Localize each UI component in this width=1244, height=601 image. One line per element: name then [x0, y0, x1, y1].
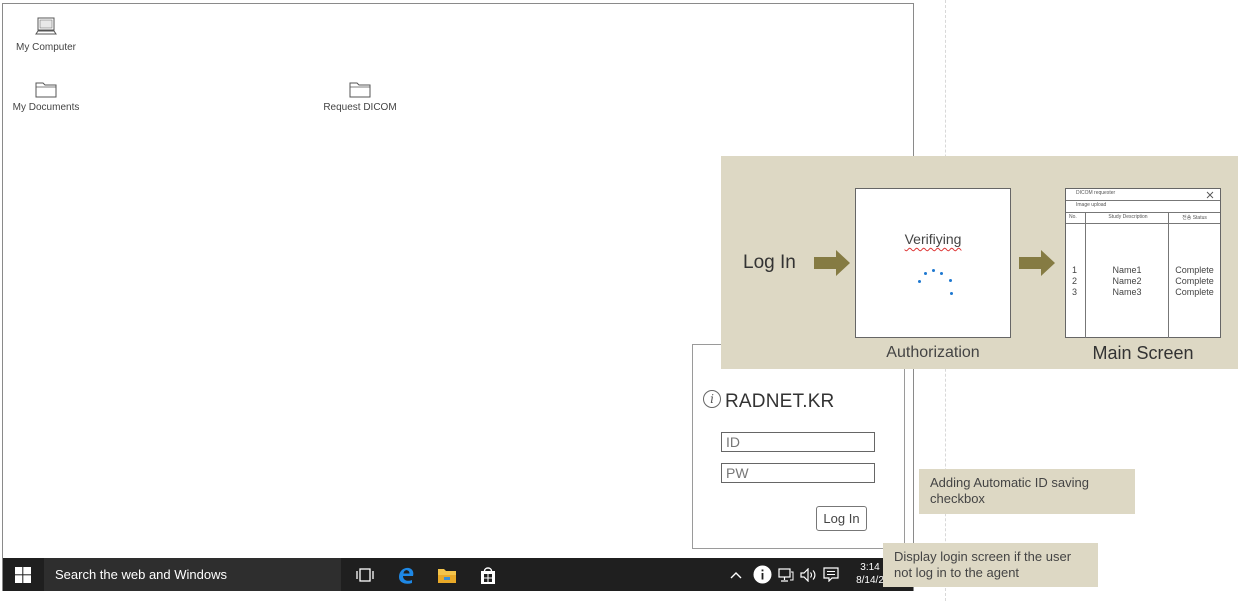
spinner-dot	[950, 292, 953, 295]
divider	[1066, 223, 1220, 224]
pw-input[interactable]: PW	[721, 463, 875, 483]
verifying-text: Verifiying	[904, 231, 962, 247]
divider	[1066, 200, 1220, 201]
show-hidden-icons-button[interactable]	[728, 558, 744, 591]
close-icon	[1206, 191, 1214, 199]
row-number: 1	[1072, 265, 1078, 275]
desktop-icon-my-computer[interactable]: My Computer	[11, 16, 81, 53]
network-button[interactable]	[777, 558, 795, 591]
row-number: 2	[1072, 276, 1078, 286]
id-input[interactable]: ID	[721, 432, 875, 452]
spinner-dot	[940, 272, 943, 275]
mockup-subtitle: Image upload	[1076, 202, 1107, 208]
row-status: Complete	[1175, 265, 1214, 275]
login-panel: i RADNET.KR ID PW Log In	[692, 344, 905, 549]
login-button[interactable]: Log In	[816, 506, 867, 531]
column-header-description: Study Description	[1108, 214, 1148, 220]
info-icon: i	[703, 390, 721, 408]
notification-icon	[823, 567, 839, 582]
spinner-dot	[924, 272, 927, 275]
store-button[interactable]	[471, 558, 505, 591]
spinner-dot	[932, 269, 935, 272]
chevron-up-icon	[730, 571, 742, 578]
authorization-screen: Verifiying	[855, 188, 1011, 338]
flow-login-label: Log In	[743, 252, 796, 273]
row-status: Complete	[1175, 287, 1214, 297]
taskbar: Search the web and Windows 3:14 8/14/2	[3, 558, 913, 591]
edge-browser-button[interactable]	[389, 558, 423, 591]
flow-diagram: Log In Verifiying Authorization DICOM re…	[721, 156, 1238, 369]
main-screen-label: Main Screen	[1092, 343, 1194, 363]
windows-logo-icon	[15, 566, 31, 583]
file-explorer-button[interactable]	[430, 558, 464, 591]
store-bag-icon	[481, 566, 495, 584]
authorization-label: Authorization	[886, 344, 980, 361]
row-name: Name2	[1112, 276, 1142, 286]
computer-icon	[35, 17, 57, 35]
agent-tray-button[interactable]	[751, 558, 773, 591]
volume-button[interactable]	[799, 558, 817, 591]
desktop-icon-label: My Documents	[12, 102, 80, 113]
desktop-icon-label: Request DICOM	[323, 102, 397, 113]
start-button[interactable]	[3, 558, 43, 591]
main-screen-mockup: DICOM requester Image upload No. Study D…	[1065, 188, 1221, 338]
row-status: Complete	[1175, 276, 1214, 286]
note-display-login: Display login screen if the user not log…	[883, 543, 1098, 587]
folder-icon	[35, 82, 57, 98]
loading-spinner-icon	[916, 267, 956, 301]
row-number: 3	[1072, 287, 1078, 297]
task-view-icon	[356, 567, 374, 582]
info-icon	[753, 565, 771, 584]
desktop-icon-label: My Computer	[15, 42, 76, 53]
column-header-status: 전송 Status	[1182, 215, 1207, 221]
note-auto-id-saving: Adding Automatic ID saving checkbox	[919, 469, 1135, 514]
row-name: Name1	[1112, 265, 1142, 275]
file-explorer-icon	[438, 568, 456, 583]
login-brand: RADNET.KR	[725, 391, 835, 412]
flow-arrow-right-icon	[814, 250, 850, 276]
edge-icon	[399, 567, 414, 584]
spinner-dot	[918, 280, 921, 283]
folder-icon	[349, 82, 371, 98]
desktop-icon-my-documents[interactable]: My Documents	[11, 80, 81, 113]
task-view-button[interactable]	[348, 558, 382, 591]
action-center-button[interactable]	[822, 558, 840, 591]
spinner-dot	[949, 279, 952, 282]
divider	[1066, 212, 1220, 213]
flow-arrow-right-icon	[1019, 250, 1055, 276]
column-header-no: No.	[1069, 214, 1077, 220]
mockup-title: DICOM requester	[1076, 190, 1116, 196]
taskbar-search[interactable]: Search the web and Windows	[44, 558, 341, 591]
row-name: Name3	[1112, 287, 1142, 297]
desktop-icon-request-dicom[interactable]: Request DICOM	[320, 80, 400, 113]
speaker-icon	[799, 567, 815, 582]
network-icon	[778, 567, 794, 582]
